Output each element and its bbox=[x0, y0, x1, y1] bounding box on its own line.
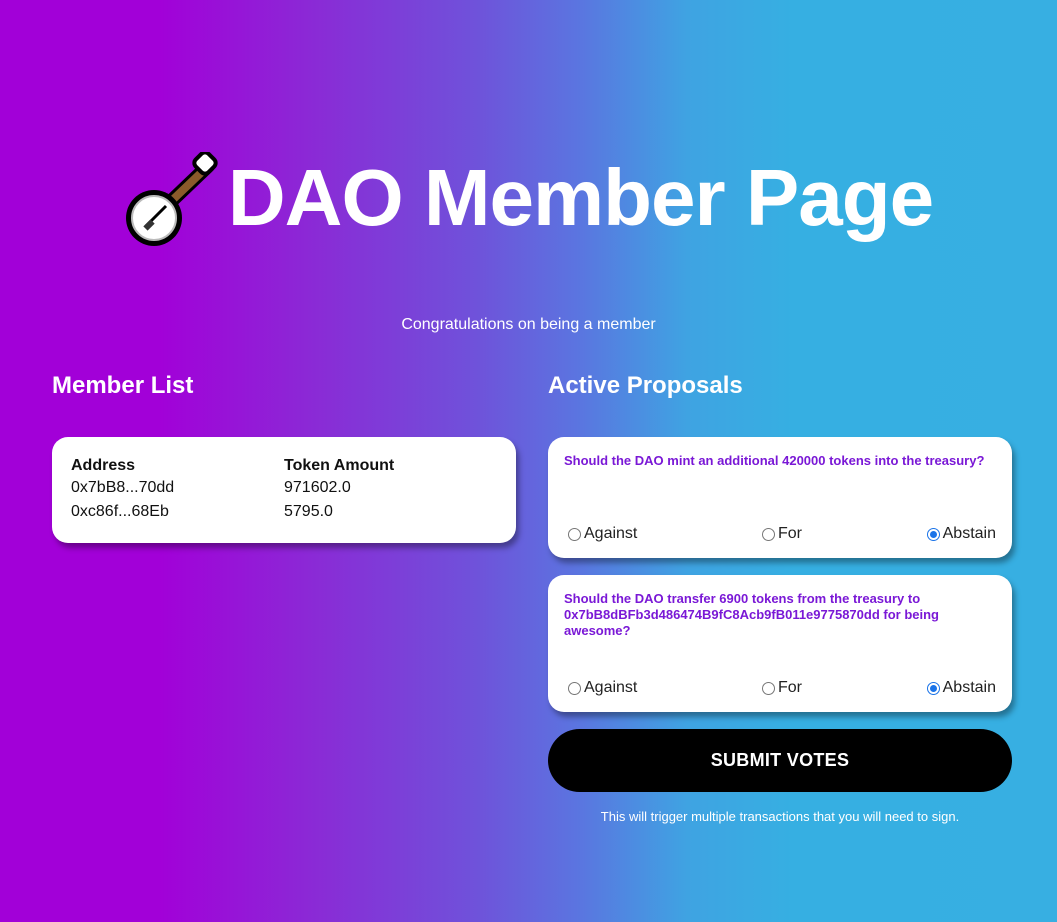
table-row: 0x7bB8...70dd 971602.0 bbox=[71, 479, 497, 503]
proposal-description: Should the DAO transfer 6900 tokens from… bbox=[564, 591, 939, 638]
table-row: 0xc86f...68Eb 5795.0 bbox=[71, 503, 497, 527]
vote-options: Against For Abstain bbox=[568, 525, 996, 543]
radio-abstain[interactable] bbox=[926, 681, 940, 695]
vote-label-for: For bbox=[778, 525, 802, 542]
sign-transactions-note: This will trigger multiple transactions … bbox=[600, 809, 960, 824]
radio-against[interactable] bbox=[568, 681, 581, 695]
member-token-amount: 971602.0 bbox=[284, 479, 351, 496]
vote-option-abstain[interactable]: Abstain bbox=[926, 525, 996, 543]
radio-for[interactable] bbox=[762, 527, 775, 541]
radio-against[interactable] bbox=[568, 527, 581, 541]
page-title: DAO Member Page bbox=[227, 153, 934, 242]
vote-label-against: Against bbox=[584, 525, 638, 542]
submit-votes-button[interactable]: SUBMIT VOTES bbox=[548, 729, 1012, 792]
member-address: 0x7bB8...70dd bbox=[71, 479, 175, 496]
vote-option-against[interactable]: Against bbox=[568, 525, 637, 543]
proposal-card: Should the DAO transfer 6900 tokens from… bbox=[548, 575, 1012, 712]
member-token-amount: 5795.0 bbox=[284, 503, 333, 520]
member-table: Address Token Amount 0x7bB8...70dd 97160… bbox=[71, 457, 497, 527]
page-subtitle: Congratulations on being a member bbox=[401, 316, 656, 333]
active-proposals-title: Active Proposals bbox=[548, 372, 743, 399]
vote-option-for[interactable]: For bbox=[762, 679, 802, 697]
column-header-address: Address bbox=[71, 457, 136, 474]
column-header-token-amount: Token Amount bbox=[284, 457, 395, 474]
vote-label-against: Against bbox=[584, 679, 638, 696]
vote-option-against[interactable]: Against bbox=[568, 679, 637, 697]
vote-option-abstain[interactable]: Abstain bbox=[926, 679, 996, 697]
proposal-card: Should the DAO mint an additional 420000… bbox=[548, 437, 1012, 558]
banjo-icon bbox=[125, 152, 218, 246]
radio-for[interactable] bbox=[762, 681, 775, 695]
vote-label-abstain: Abstain bbox=[942, 679, 996, 696]
proposal-description: Should the DAO mint an additional 420000… bbox=[564, 453, 985, 468]
vote-label-abstain: Abstain bbox=[942, 525, 996, 542]
member-list-title: Member List bbox=[52, 372, 194, 399]
vote-option-for[interactable]: For bbox=[762, 525, 802, 543]
member-list-card: Address Token Amount 0x7bB8...70dd 97160… bbox=[52, 437, 516, 543]
radio-abstain[interactable] bbox=[926, 527, 940, 541]
vote-label-for: For bbox=[778, 679, 802, 696]
page-header: DAO Member Page bbox=[0, 148, 1057, 248]
vote-options: Against For Abstain bbox=[568, 679, 996, 697]
member-address: 0xc86f...68Eb bbox=[71, 503, 169, 520]
